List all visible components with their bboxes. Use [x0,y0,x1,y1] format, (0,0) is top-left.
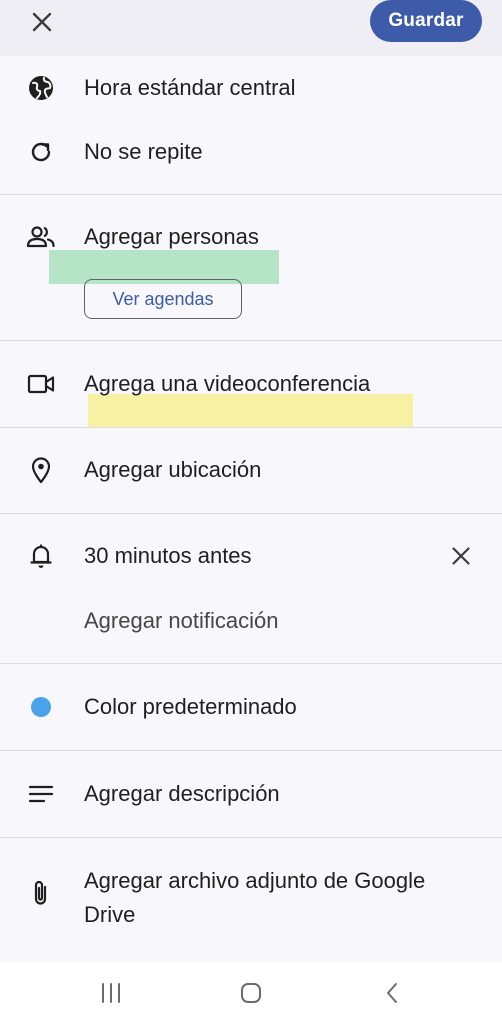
notification-row[interactable]: 30 minutos antes [0,536,502,576]
top-app-bar: Guardar [0,0,502,56]
color-label: Color predeterminado [84,694,297,719]
recents-icon[interactable] [91,976,131,1010]
home-icon[interactable] [231,976,271,1010]
attachment-row[interactable]: Agregar archivo adjunto de Google Drive [0,862,502,936]
location-row[interactable]: Agregar ubicación [0,450,502,490]
video-conference-label: Agrega una videoconferencia [84,371,371,396]
repeat-row[interactable]: No se repite [0,132,502,172]
timezone-label: Hora estándar central [84,75,296,100]
videocam-icon [26,369,56,399]
timezone-row[interactable]: Hora estándar central [0,68,502,108]
divider [0,750,502,751]
video-conference-row[interactable]: Agrega una videoconferencia [0,364,502,404]
close-icon[interactable] [22,4,62,40]
globe-icon [26,73,56,103]
description-row[interactable]: Agregar descripción [0,774,502,814]
divider [0,663,502,664]
add-people-label: Agregar personas [84,224,259,249]
divider [0,837,502,838]
location-pin-icon [26,455,56,485]
back-icon[interactable] [372,976,412,1010]
divider [0,194,502,195]
notes-icon [26,779,56,809]
save-button[interactable]: Guardar [370,0,482,42]
divider [0,340,502,341]
color-swatch-icon [26,692,56,722]
color-row[interactable]: Color predeterminado [0,687,502,727]
add-notification-row[interactable]: Agregar notificación [0,601,502,641]
location-label: Agregar ubicación [84,457,262,482]
view-agendas-button[interactable]: Ver agendas [84,279,242,319]
repeat-label: No se repite [84,139,203,164]
bell-icon [26,541,56,571]
color-dot [31,697,51,717]
repeat-icon [26,137,56,167]
paperclip-icon [26,878,56,908]
add-notification-label: Agregar notificación [84,608,279,633]
people-icon [26,222,56,252]
add-people-row[interactable]: Agregar personas [0,217,502,257]
attachment-label-line2: Drive [84,902,136,927]
description-label: Agregar descripción [84,781,280,806]
system-navigation-bar [0,962,502,1024]
attachment-label-line1: Agregar archivo adjunto de Google [84,868,426,893]
close-icon[interactable] [446,541,476,571]
notification-label: 30 minutos antes [84,543,252,568]
divider [0,427,502,428]
divider [0,513,502,514]
